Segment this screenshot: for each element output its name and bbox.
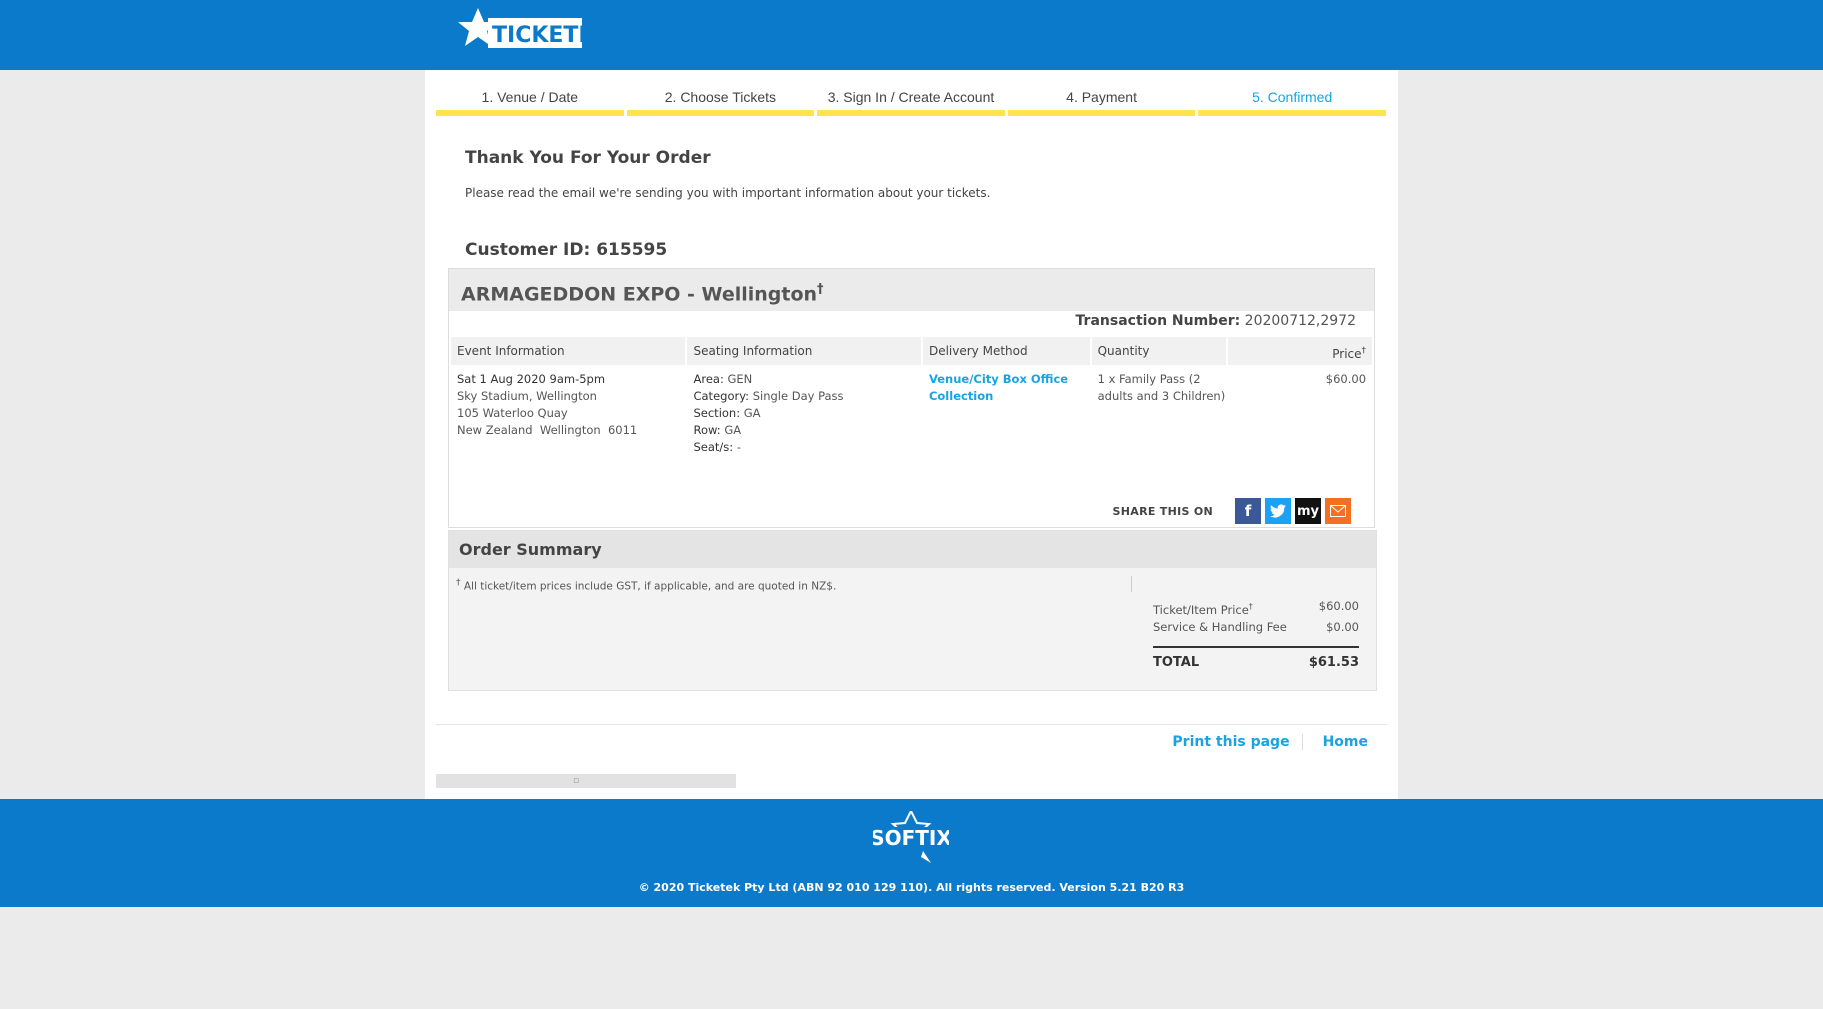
event-info-cell: Sat 1 Aug 2020 9am-5pm Sky Stadium, Well…: [451, 371, 685, 456]
ticket-price-label: Ticket/Item Price†: [1153, 596, 1253, 617]
softix-logo[interactable]: SOFTIX: [870, 808, 952, 863]
step-sign-in: 3. Sign In / Create Account: [817, 86, 1005, 116]
price-note: † All ticket/item prices include GST, if…: [456, 578, 836, 593]
event-venue: Sky Stadium, Wellington: [457, 389, 597, 403]
share-label: SHARE THIS ON: [1112, 504, 1213, 518]
order-summary: Order Summary † All ticket/item prices i…: [448, 530, 1377, 691]
step-confirmed: 5. Confirmed: [1198, 86, 1386, 116]
total-row: TOTAL $61.53: [1153, 646, 1359, 678]
site-footer: SOFTIX © 2020 Ticketek Pty Ltd (ABN 92 0…: [0, 799, 1823, 907]
link-separator: [1301, 734, 1303, 750]
price-cell: $60.00: [1325, 372, 1367, 386]
seating-info-cell: Area: GEN Category: Single Day Pass Sect…: [687, 371, 920, 456]
total-label: TOTAL: [1153, 655, 1200, 670]
ticket-price-label-text: Ticket/Item Price: [1153, 602, 1249, 617]
ticket-price-row: Ticket/Item Price† $60.00: [1153, 596, 1359, 617]
col-price-mark: †: [1361, 346, 1367, 356]
order-table: Event Information Seating Information De…: [451, 337, 1373, 456]
step-payment: 4. Payment: [1007, 86, 1196, 116]
broken-image-placeholder: ▫: [436, 774, 736, 788]
ticket-price-mark: †: [1248, 602, 1253, 611]
col-price: Price†: [1228, 337, 1373, 365]
price-note-text: All ticket/item prices include GST, if a…: [463, 580, 837, 593]
area-label: Area:: [693, 372, 724, 386]
event-details: ARMAGEDDON EXPO - Wellington† Transactio…: [448, 268, 1375, 528]
table-header: Event Information Seating Information De…: [451, 337, 1373, 365]
col-price-label: Price: [1332, 347, 1362, 361]
order-summary-title: Order Summary: [449, 531, 1376, 568]
row-label: Row:: [693, 423, 721, 437]
twitter-icon[interactable]: [1265, 498, 1291, 524]
event-datetime: Sat 1 Aug 2020 9am-5pm: [457, 372, 606, 386]
event-title-mark: †: [817, 282, 824, 297]
summary-divider: [1131, 576, 1132, 592]
step-venue-date: 1. Venue / Date: [436, 86, 624, 116]
seats-value: -: [736, 440, 741, 454]
transaction-number: Transaction Number: 20200712,2972: [1076, 313, 1356, 329]
event-title: ARMAGEDDON EXPO - Wellington†: [449, 269, 1374, 311]
svg-text:SOFTIX: SOFTIX: [873, 826, 949, 850]
myspace-icon[interactable]: my: [1295, 498, 1321, 524]
seats-label: Seat/s:: [693, 440, 734, 454]
customer-id: Customer ID: 615595: [465, 240, 668, 260]
confirmation-message: Please read the email we're sending you …: [465, 186, 991, 200]
home-link[interactable]: Home: [1323, 734, 1368, 750]
event-title-text: ARMAGEDDON EXPO - Wellington: [461, 283, 818, 306]
fee-row: Service & Handling Fee $0.00: [1153, 617, 1359, 638]
event-address-line2: New Zealand Wellington 6011: [457, 423, 638, 437]
col-delivery: Delivery Method: [922, 337, 1090, 365]
table-row: Sat 1 Aug 2020 9am-5pm Sky Stadium, Well…: [451, 371, 1372, 456]
print-page-link[interactable]: Print this page: [1172, 734, 1289, 750]
col-quantity: Quantity: [1091, 337, 1227, 365]
transaction-label: Transaction Number:: [1075, 313, 1241, 329]
section-label: Section:: [693, 406, 741, 420]
svg-text:TICKETEK: TICKETEK: [492, 23, 586, 48]
broken-image-icon: ▫: [573, 776, 580, 786]
share-bar: SHARE THIS ON f my: [1113, 498, 1351, 524]
row-value: GA: [724, 423, 742, 437]
checkout-steps: 1. Venue / Date 2. Choose Tickets 3. Sig…: [436, 86, 1386, 116]
footer-divider: [436, 724, 1387, 725]
category-value: Single Day Pass: [752, 389, 844, 403]
col-seating-info: Seating Information: [687, 337, 921, 365]
fee-value: $0.00: [1326, 620, 1359, 634]
step-choose-tickets: 2. Choose Tickets: [626, 86, 815, 116]
main-content: 1. Venue / Date 2. Choose Tickets 3. Sig…: [425, 70, 1398, 799]
top-header: TICKETEK: [0, 0, 1823, 70]
fee-label: Service & Handling Fee: [1153, 620, 1287, 634]
page-actions: Print this page Home: [1172, 734, 1368, 750]
cost-breakdown: Ticket/Item Price† $60.00 Service & Hand…: [1153, 596, 1359, 678]
quantity-cell: 1 x Family Pass (2 adults and 3 Children…: [1097, 372, 1226, 403]
transaction-value: 20200712,2972: [1244, 313, 1356, 329]
col-event-info: Event Information: [451, 337, 686, 365]
ticketek-logo[interactable]: TICKETEK: [458, 8, 611, 62]
delivery-method-link[interactable]: Venue/City Box Office Collection: [929, 372, 1068, 403]
category-label: Category:: [693, 389, 750, 403]
copyright-text: © 2020 Ticketek Pty Ltd (ABN 92 010 129 …: [638, 881, 1185, 894]
delivery-cell: Venue/City Box Office Collection: [923, 371, 1090, 456]
section-value: GA: [743, 406, 761, 420]
ticket-price-value: $60.00: [1318, 599, 1359, 613]
total-value: $61.53: [1308, 655, 1359, 670]
area-value: GEN: [727, 372, 753, 386]
email-icon[interactable]: [1325, 498, 1351, 524]
page-title: Thank You For Your Order: [465, 148, 711, 168]
event-address-line1: 105 Waterloo Quay: [457, 406, 568, 420]
facebook-icon[interactable]: f: [1235, 498, 1261, 524]
price-note-mark: †: [456, 578, 461, 588]
